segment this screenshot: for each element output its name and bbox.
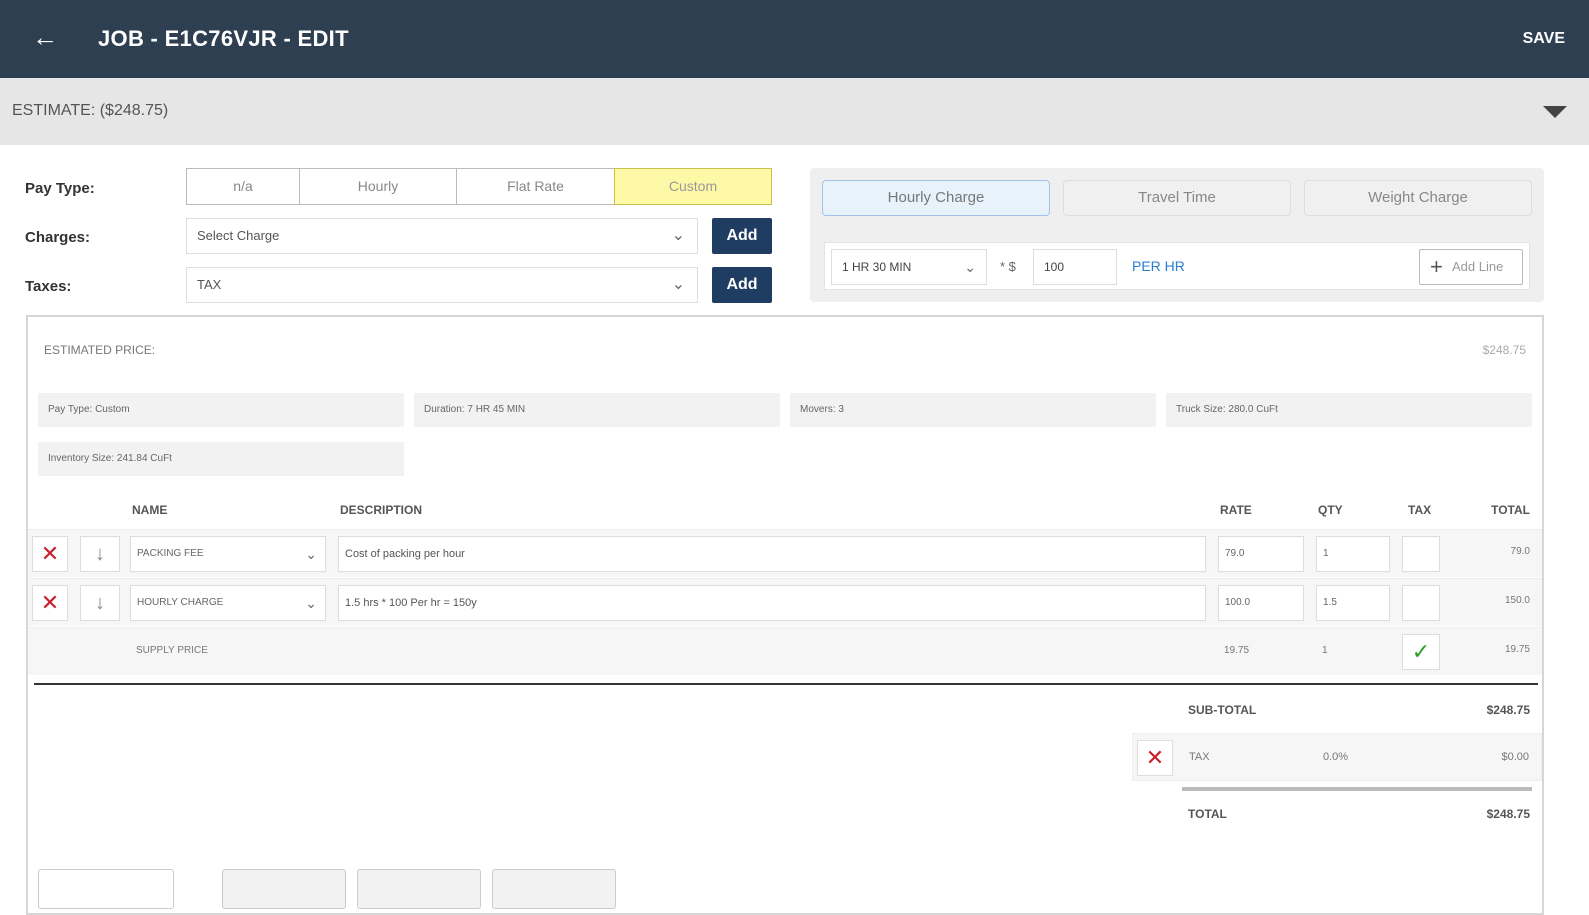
hourly-charge-row: 1 HR 30 MIN ⌄ * $ 100 PER HR + Add Line xyxy=(824,242,1530,290)
top-app-bar: ← JOB - E1C76VJR - EDIT SAVE xyxy=(0,0,1589,78)
info-duration: Duration: 7 HR 45 MIN xyxy=(414,393,780,427)
charge-select-value: Select Charge xyxy=(197,228,280,243)
line-total: 150.0 xyxy=(1504,595,1530,606)
total-label: TOTAL xyxy=(1188,807,1227,821)
charge-panel: Hourly Charge Travel Time Weight Charge … xyxy=(810,168,1544,302)
tax-select-value: TAX xyxy=(197,277,222,292)
tax-select[interactable]: TAX ⌄ xyxy=(186,267,698,303)
line-rate-input[interactable]: 79.0 xyxy=(1218,536,1304,572)
total-value: $248.75 xyxy=(1486,807,1530,821)
supply-rate: 19.75 xyxy=(1224,645,1250,656)
tax-underline xyxy=(1182,787,1532,791)
totals-divider xyxy=(34,683,1538,685)
tax-line-percent: 0.0% xyxy=(1323,751,1349,763)
back-arrow-icon[interactable]: ← xyxy=(30,22,60,52)
estimated-price-label: ESTIMATED PRICE: xyxy=(44,343,156,357)
per-hr-link[interactable]: PER HR xyxy=(1132,258,1185,274)
estimate-summary-card: ESTIMATED PRICE: $248.75 Pay Type: Custo… xyxy=(26,315,1544,915)
check-icon[interactable]: ✓ xyxy=(1402,634,1440,670)
charges-label: Charges: xyxy=(25,229,91,246)
charge-select[interactable]: Select Charge ⌄ xyxy=(186,218,698,254)
line-description-input[interactable]: 1.5 hrs * 100 Per hr = 150y xyxy=(338,585,1206,621)
tab-weight-charge[interactable]: Weight Charge xyxy=(1304,180,1532,216)
tax-line-label: TAX xyxy=(1189,751,1210,763)
subtotal-value: $248.75 xyxy=(1486,703,1530,717)
bottom-action-button[interactable] xyxy=(38,869,174,909)
add-charge-button[interactable]: Add xyxy=(712,218,772,254)
bottom-action-button[interactable] xyxy=(222,869,346,909)
multiply-dollar-label: * $ xyxy=(1000,259,1016,274)
info-pay-type: Pay Type: Custom xyxy=(38,393,404,427)
estimate-collapsible[interactable]: ESTIMATE: ($248.75) xyxy=(0,78,1589,145)
table-row: ✕ ↓ HOURLY CHARGE ⌄ 1.5 hrs * 100 Per hr… xyxy=(28,578,1542,626)
supply-row: SUPPLY PRICE 19.75 1 ✓ 19.75 xyxy=(28,627,1542,675)
pay-type-label: Pay Type: xyxy=(25,180,95,197)
pay-type-flat-rate[interactable]: Flat Rate xyxy=(456,168,615,205)
line-name-value: HOURLY CHARGE xyxy=(137,597,224,608)
caret-down-icon[interactable] xyxy=(1543,106,1567,118)
tab-travel-time[interactable]: Travel Time xyxy=(1063,180,1291,216)
line-tax-checkbox[interactable] xyxy=(1402,536,1440,572)
supply-qty: 1 xyxy=(1322,645,1328,656)
supply-total: 19.75 xyxy=(1504,644,1530,655)
pay-type-custom[interactable]: Custom xyxy=(614,168,772,205)
estimated-price-value: $248.75 xyxy=(1482,343,1526,357)
duration-select[interactable]: 1 HR 30 MIN ⌄ xyxy=(831,249,987,285)
add-line-button[interactable]: + Add Line xyxy=(1419,249,1523,285)
add-line-label: Add Line xyxy=(1452,259,1504,274)
estimate-label: ESTIMATE: ($248.75) xyxy=(12,102,169,119)
plus-icon: + xyxy=(1430,254,1443,279)
arrow-down-icon[interactable]: ↓ xyxy=(80,585,120,621)
page-title: JOB - E1C76VJR - EDIT xyxy=(98,26,349,51)
delete-x-icon[interactable]: ✕ xyxy=(1137,740,1173,776)
line-qty-input[interactable]: 1.5 xyxy=(1316,585,1390,621)
col-header-total: TOTAL xyxy=(1491,503,1530,517)
col-header-tax: TAX xyxy=(1408,503,1432,517)
col-header-qty: QTY xyxy=(1318,503,1343,517)
chevron-down-icon: ⌄ xyxy=(305,546,317,562)
col-header-rate: RATE xyxy=(1220,503,1252,517)
tax-line: ✕ TAX 0.0% $0.00 xyxy=(1132,733,1542,781)
line-name-select[interactable]: HOURLY CHARGE ⌄ xyxy=(130,585,326,621)
tab-hourly-charge[interactable]: Hourly Charge xyxy=(822,180,1050,216)
bottom-action-button[interactable] xyxy=(357,869,481,909)
pay-type-hourly[interactable]: Hourly xyxy=(299,168,457,205)
chevron-down-icon: ⌄ xyxy=(964,259,976,275)
delete-x-icon[interactable]: ✕ xyxy=(32,536,68,572)
subtotal-label: SUB-TOTAL xyxy=(1188,703,1257,717)
line-name-select[interactable]: PACKING FEE ⌄ xyxy=(130,536,326,572)
duration-value: 1 HR 30 MIN xyxy=(842,260,912,274)
col-header-description: DESCRIPTION xyxy=(340,503,423,517)
chevron-down-icon: ⌄ xyxy=(671,276,685,293)
info-movers: Movers: 3 xyxy=(790,393,1156,427)
line-tax-checkbox[interactable] xyxy=(1402,585,1440,621)
pay-type-na[interactable]: n/a xyxy=(186,168,300,205)
line-total: 79.0 xyxy=(1510,546,1530,557)
supply-name: SUPPLY PRICE xyxy=(136,645,208,656)
tax-line-amount: $0.00 xyxy=(1501,751,1529,763)
table-row: ✕ ↓ PACKING FEE ⌄ Cost of packing per ho… xyxy=(28,529,1542,577)
line-description-input[interactable]: Cost of packing per hour xyxy=(338,536,1206,572)
line-name-value: PACKING FEE xyxy=(137,548,204,559)
line-rate-input[interactable]: 100.0 xyxy=(1218,585,1304,621)
taxes-label: Taxes: xyxy=(25,278,72,295)
bottom-action-button[interactable] xyxy=(492,869,616,909)
arrow-down-icon[interactable]: ↓ xyxy=(80,536,120,572)
info-truck-size: Truck Size: 280.0 CuFt xyxy=(1166,393,1532,427)
line-qty-input[interactable]: 1 xyxy=(1316,536,1390,572)
chevron-down-icon: ⌄ xyxy=(305,595,317,611)
info-inventory-size: Inventory Size: 241.84 CuFt xyxy=(38,442,404,476)
hourly-rate-input[interactable]: 100 xyxy=(1033,249,1117,285)
save-button[interactable]: SAVE xyxy=(1523,30,1565,48)
chevron-down-icon: ⌄ xyxy=(671,227,685,244)
col-header-name: NAME xyxy=(132,503,168,517)
add-tax-button[interactable]: Add xyxy=(712,267,772,303)
delete-x-icon[interactable]: ✕ xyxy=(32,585,68,621)
